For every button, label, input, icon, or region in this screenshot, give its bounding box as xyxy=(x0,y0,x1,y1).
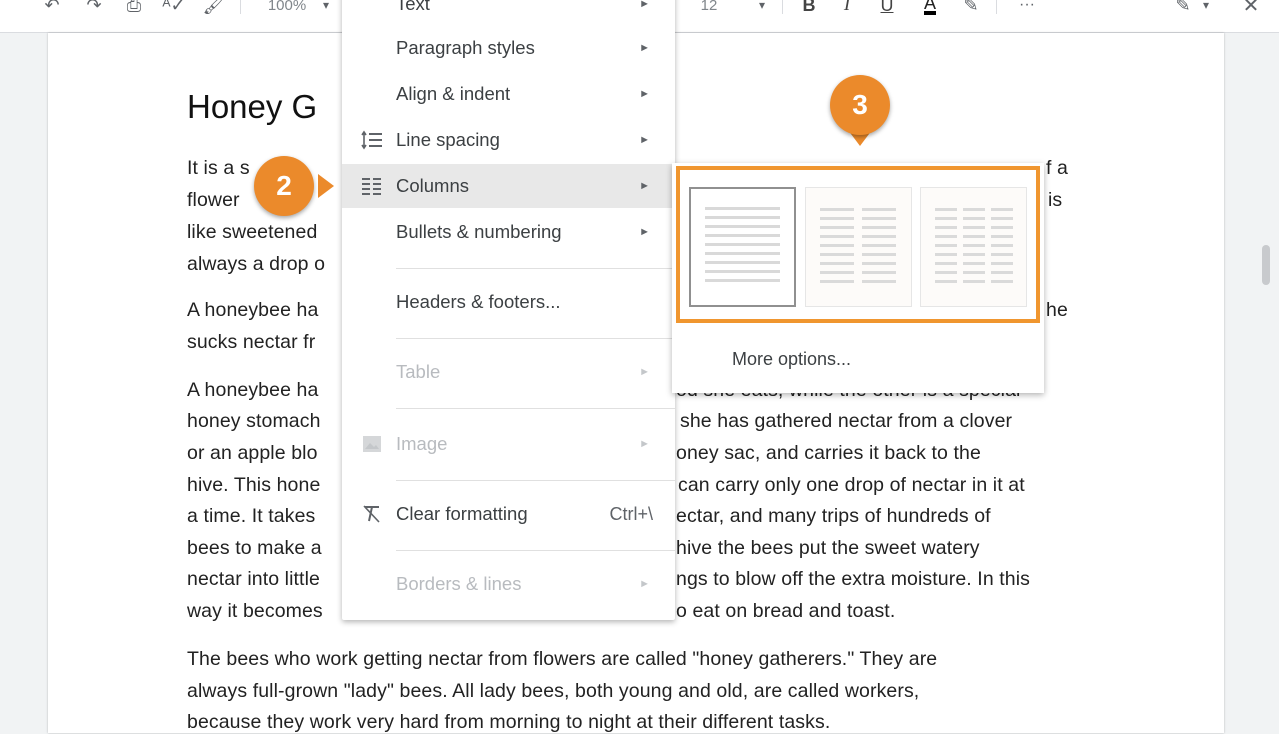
submenu-arrow-icon: ► xyxy=(639,578,650,590)
menu-item-label: Columns xyxy=(396,175,469,196)
menu-item-headers-footers[interactable]: Headers & footers... xyxy=(342,280,675,324)
menu-divider xyxy=(396,408,675,409)
more-button[interactable]: ··· xyxy=(1012,0,1042,18)
document-line: honey stomach xyxy=(187,410,321,432)
document-line: or an apple blo xyxy=(187,442,318,464)
toolbar-divider xyxy=(240,0,241,14)
document-line: A honeybee ha xyxy=(187,299,319,321)
menu-item-label: Clear formatting xyxy=(396,503,528,524)
step-3-callout: 3 xyxy=(830,75,890,135)
editing-mode-icon[interactable]: ✎ xyxy=(1168,0,1198,18)
document-line: sucks nectar fr xyxy=(187,331,316,353)
document-line-fragment: o eat on bread and toast. xyxy=(676,600,896,622)
document-line: because they work very hard from morning… xyxy=(187,711,831,733)
clear-formatting-icon xyxy=(360,502,384,526)
document-line: hive. This hone xyxy=(187,474,321,496)
format-menu: Text ► Paragraph styles ► Align & indent… xyxy=(342,0,675,620)
menu-divider xyxy=(396,550,675,551)
submenu-arrow-icon: ► xyxy=(639,438,650,450)
columns-icon xyxy=(360,174,384,198)
menu-item-label: Text xyxy=(396,0,430,14)
document-line: way it becomes xyxy=(187,600,323,622)
document-line-fragment: ectar, and many trips of hundreds of xyxy=(676,505,991,527)
menu-divider xyxy=(396,268,675,269)
step-2-callout: 2 xyxy=(254,156,314,216)
callout-pointer xyxy=(318,174,334,198)
document-line: always full-grown "lady" bees. All lady … xyxy=(187,680,920,702)
document-line-fragment: hive the bees put the sweet watery xyxy=(676,537,980,559)
menu-item-borders-lines[interactable]: Borders & lines ► xyxy=(342,562,675,606)
editing-mode-dropdown-icon[interactable]: ▾ xyxy=(1198,0,1214,18)
document-line-fragment: he xyxy=(1046,299,1068,321)
submenu-arrow-icon: ► xyxy=(639,366,650,378)
image-icon xyxy=(360,432,384,456)
underline-button[interactable]: U xyxy=(874,0,900,18)
submenu-arrow-icon: ► xyxy=(639,134,650,146)
submenu-arrow-icon: ► xyxy=(639,226,650,238)
menu-item-clear-formatting[interactable]: Clear formatting Ctrl+\ xyxy=(342,492,675,536)
menu-divider xyxy=(396,480,675,481)
menu-item-label: Bullets & numbering xyxy=(396,221,562,242)
document-line-fragment: she has gathered nectar from a clover xyxy=(680,410,1013,432)
menu-item-line-spacing[interactable]: Line spacing ► xyxy=(342,118,675,162)
document-line: The bees who work getting nectar from fl… xyxy=(187,648,938,670)
highlight-icon[interactable]: ✎ xyxy=(958,0,984,18)
menu-item-bullets-numbering[interactable]: Bullets & numbering ► xyxy=(342,210,675,254)
zoom-select[interactable]: 100% xyxy=(262,0,312,18)
vertical-scrollbar[interactable] xyxy=(1263,33,1279,720)
submenu-arrow-icon: ► xyxy=(639,180,650,192)
document-line: nectar into little xyxy=(187,568,320,590)
text-color-label: A xyxy=(923,0,936,15)
document-title: Honey G xyxy=(187,88,318,125)
menu-item-label: Line spacing xyxy=(396,129,500,150)
redo-icon[interactable]: ↷ xyxy=(80,0,108,18)
document-line-fragment: f a xyxy=(1046,157,1068,179)
line-spacing-icon xyxy=(360,128,384,152)
italic-button[interactable]: I xyxy=(834,0,860,18)
font-size-select[interactable]: 12 xyxy=(694,0,724,18)
font-size-dropdown-icon[interactable]: ▾ xyxy=(752,0,772,18)
text-color-button[interactable]: A xyxy=(914,0,946,18)
menu-item-label: Headers & footers... xyxy=(396,291,561,312)
spellcheck-icon[interactable]: ᴬ✓ xyxy=(160,0,188,18)
menu-item-table[interactable]: Table ► xyxy=(342,350,675,394)
submenu-arrow-icon: ► xyxy=(639,0,650,10)
document-line-fragment: is xyxy=(1048,189,1063,211)
toolbar-divider xyxy=(782,0,783,14)
submenu-arrow-icon: ► xyxy=(639,88,650,100)
menu-item-align-indent[interactable]: Align & indent ► xyxy=(342,72,675,116)
menu-item-text[interactable]: Text ► xyxy=(342,0,675,26)
menu-item-image[interactable]: Image ► xyxy=(342,422,675,466)
paint-format-icon[interactable]: 🖌 xyxy=(200,0,228,18)
document-line: like sweetened xyxy=(187,221,318,243)
menu-item-columns[interactable]: Columns ► xyxy=(342,164,675,208)
document-line: always a drop o xyxy=(187,253,326,275)
document-line: It is a s xyxy=(187,157,250,179)
document-line-fragment: oney sac, and carries it back to the xyxy=(676,442,981,464)
close-icon[interactable]: ✕ xyxy=(1238,0,1264,18)
document-line: flower xyxy=(187,189,240,211)
print-icon[interactable]: ⎙ xyxy=(120,0,148,18)
menu-item-paragraph-styles[interactable]: Paragraph styles ► xyxy=(342,26,675,70)
menu-item-label: Image xyxy=(396,433,448,454)
toolbar-divider xyxy=(996,0,997,14)
document-line: a time. It takes xyxy=(187,505,316,527)
menu-item-label: Borders & lines xyxy=(396,573,522,594)
undo-icon[interactable]: ↶ xyxy=(38,0,66,18)
document-line: A honeybee ha xyxy=(187,379,319,401)
menu-divider xyxy=(396,338,675,339)
columns-options-highlight xyxy=(676,166,1040,323)
menu-item-label: Table xyxy=(396,361,441,382)
menu-item-label: Align & indent xyxy=(396,83,511,104)
more-options-link[interactable]: More options... xyxy=(732,349,851,370)
zoom-dropdown-icon[interactable]: ▾ xyxy=(316,0,336,18)
document-line-fragment: can carry only one drop of nectar in it … xyxy=(678,474,1025,496)
document-line: bees to make a xyxy=(187,537,322,559)
submenu-arrow-icon: ► xyxy=(639,42,650,54)
menu-item-shortcut: Ctrl+\ xyxy=(609,503,653,524)
bold-button[interactable]: B xyxy=(796,0,822,18)
menu-item-label: Paragraph styles xyxy=(396,37,535,58)
scrollbar-thumb[interactable] xyxy=(1262,245,1270,285)
document-line-fragment: ngs to blow off the extra moisture. In t… xyxy=(676,568,1031,590)
